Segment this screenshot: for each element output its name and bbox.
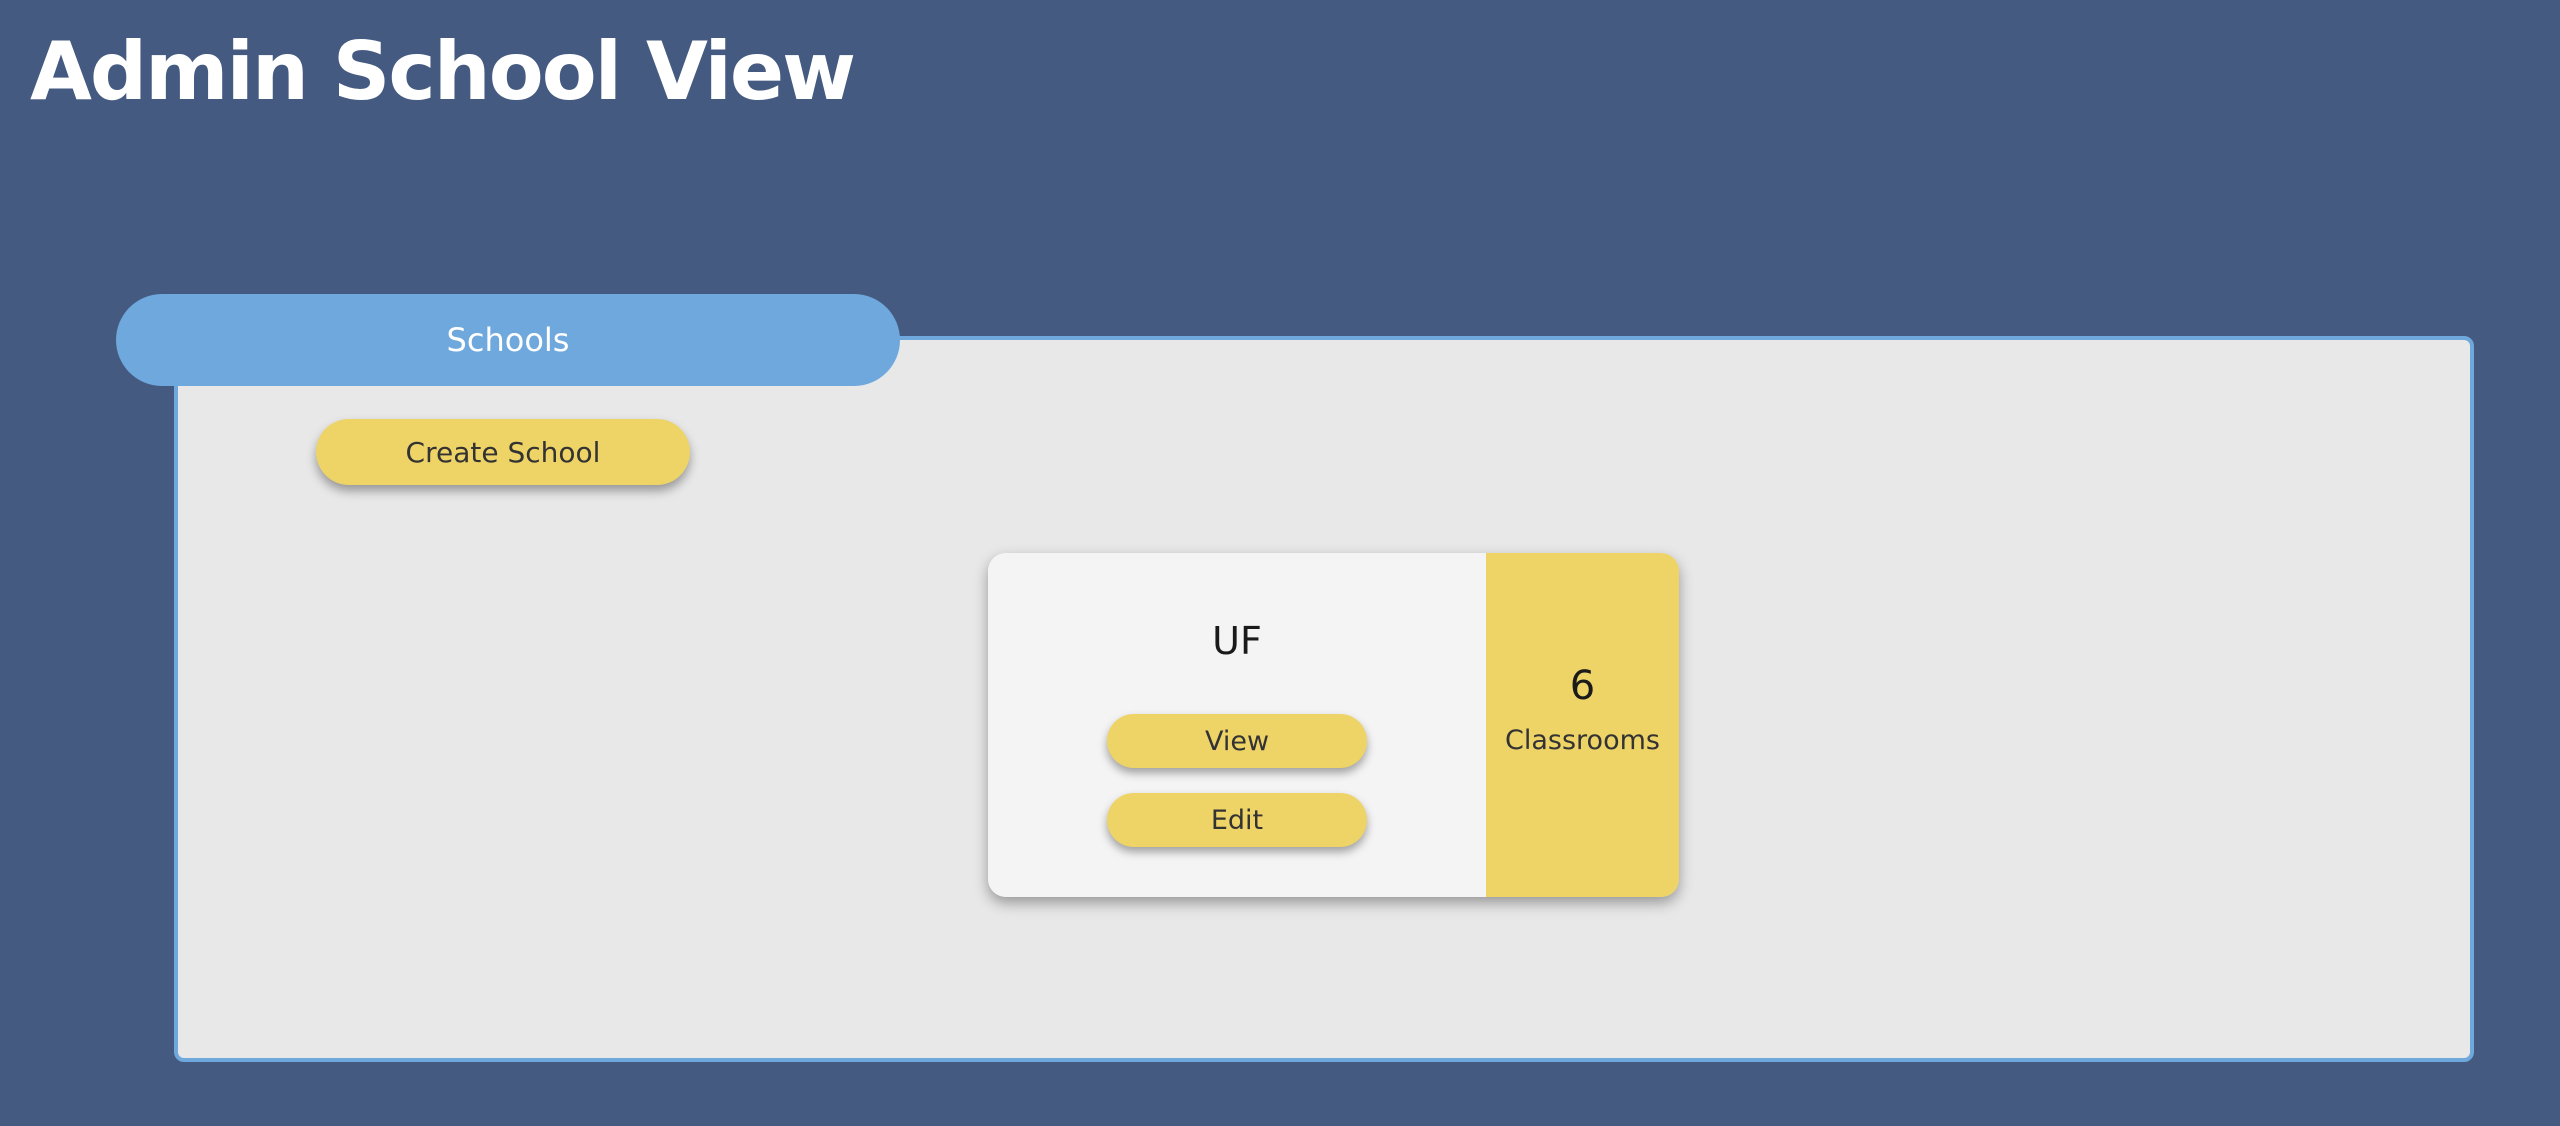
school-card-main: UF View Edit (988, 553, 1486, 897)
tab-schools[interactable]: Schools (116, 294, 900, 386)
create-school-button[interactable]: Create School (316, 419, 690, 485)
view-school-button[interactable]: View (1107, 714, 1367, 768)
edit-school-button[interactable]: Edit (1107, 793, 1367, 847)
classroom-count: 6 (1569, 663, 1596, 709)
school-card: UF View Edit 6 Classrooms (988, 553, 1679, 897)
classroom-count-panel: 6 Classrooms (1486, 553, 1679, 897)
school-name: UF (1212, 619, 1262, 663)
page-title: Admin School View (30, 25, 856, 118)
classroom-label: Classrooms (1505, 725, 1660, 756)
